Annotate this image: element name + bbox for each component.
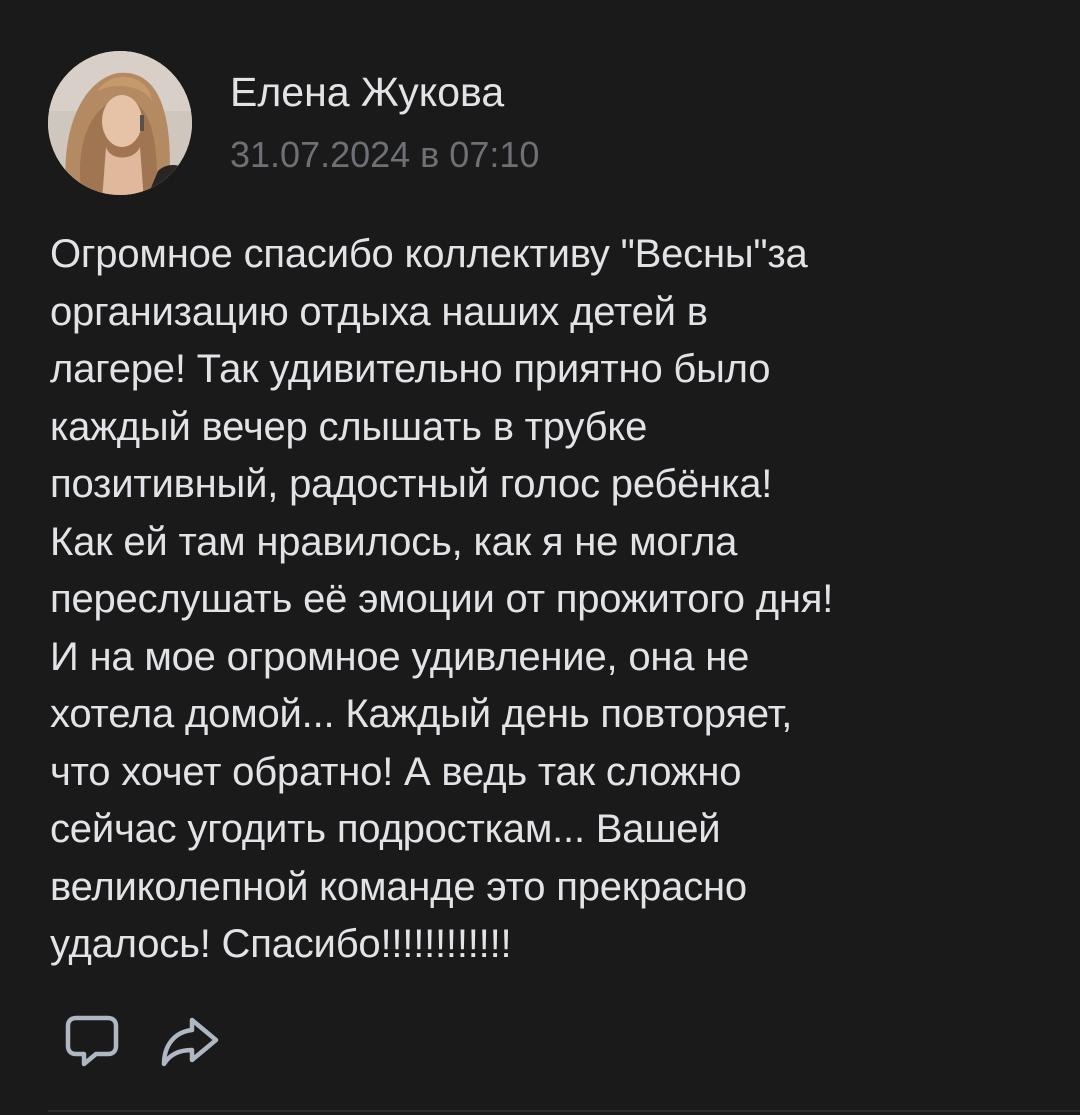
post-divider bbox=[48, 1110, 1080, 1112]
post-card: Елена Жукова 31.07.2024 в 07:10 Огромное… bbox=[0, 0, 1080, 1115]
post-text: Огромное спасибо коллективу "Весны"за ор… bbox=[50, 226, 1050, 974]
post-text-line: Огромное спасибо коллективу "Весны"за bbox=[50, 232, 808, 276]
post-text-line: И на мое огромное удивление, она не bbox=[50, 634, 750, 679]
author-name[interactable]: Елена Жукова bbox=[230, 66, 504, 118]
comment-button[interactable] bbox=[60, 1008, 124, 1072]
post-text-line: Как ей там нравилось, как я не могла bbox=[50, 519, 738, 564]
post-text-line: лагере! Так удивительно приятно было bbox=[50, 347, 771, 391]
avatar-photo-icon bbox=[48, 51, 192, 195]
share-button[interactable] bbox=[158, 1008, 222, 1072]
post-date[interactable]: 31.07.2024 в 07:10 bbox=[230, 131, 539, 179]
post-text-line: что хочет обратно! А ведь так сложно bbox=[50, 749, 742, 794]
post-text-line: организацию отдыха наших детей в bbox=[50, 289, 708, 334]
post-text-line: удалось! Спасибо!!!!!!!!!!!! bbox=[50, 922, 512, 966]
post-text-line: великолепной команде это прекрасно bbox=[50, 864, 747, 909]
post-text-line: хотела домой... Каждый день повторяет, bbox=[50, 692, 793, 736]
author-avatar[interactable] bbox=[48, 51, 192, 195]
post-text-line: сейчас угодить подросткам... Вашей bbox=[50, 807, 721, 851]
post-text-line: каждый вечер слышать в трубке bbox=[50, 404, 648, 449]
share-icon bbox=[161, 1017, 219, 1067]
post-text-line: переслушать её эмоции от прожитого дня! bbox=[50, 577, 834, 621]
post-text-line: позитивный, радостный голос ребёнка! bbox=[50, 462, 773, 506]
comment-icon bbox=[65, 1015, 119, 1067]
